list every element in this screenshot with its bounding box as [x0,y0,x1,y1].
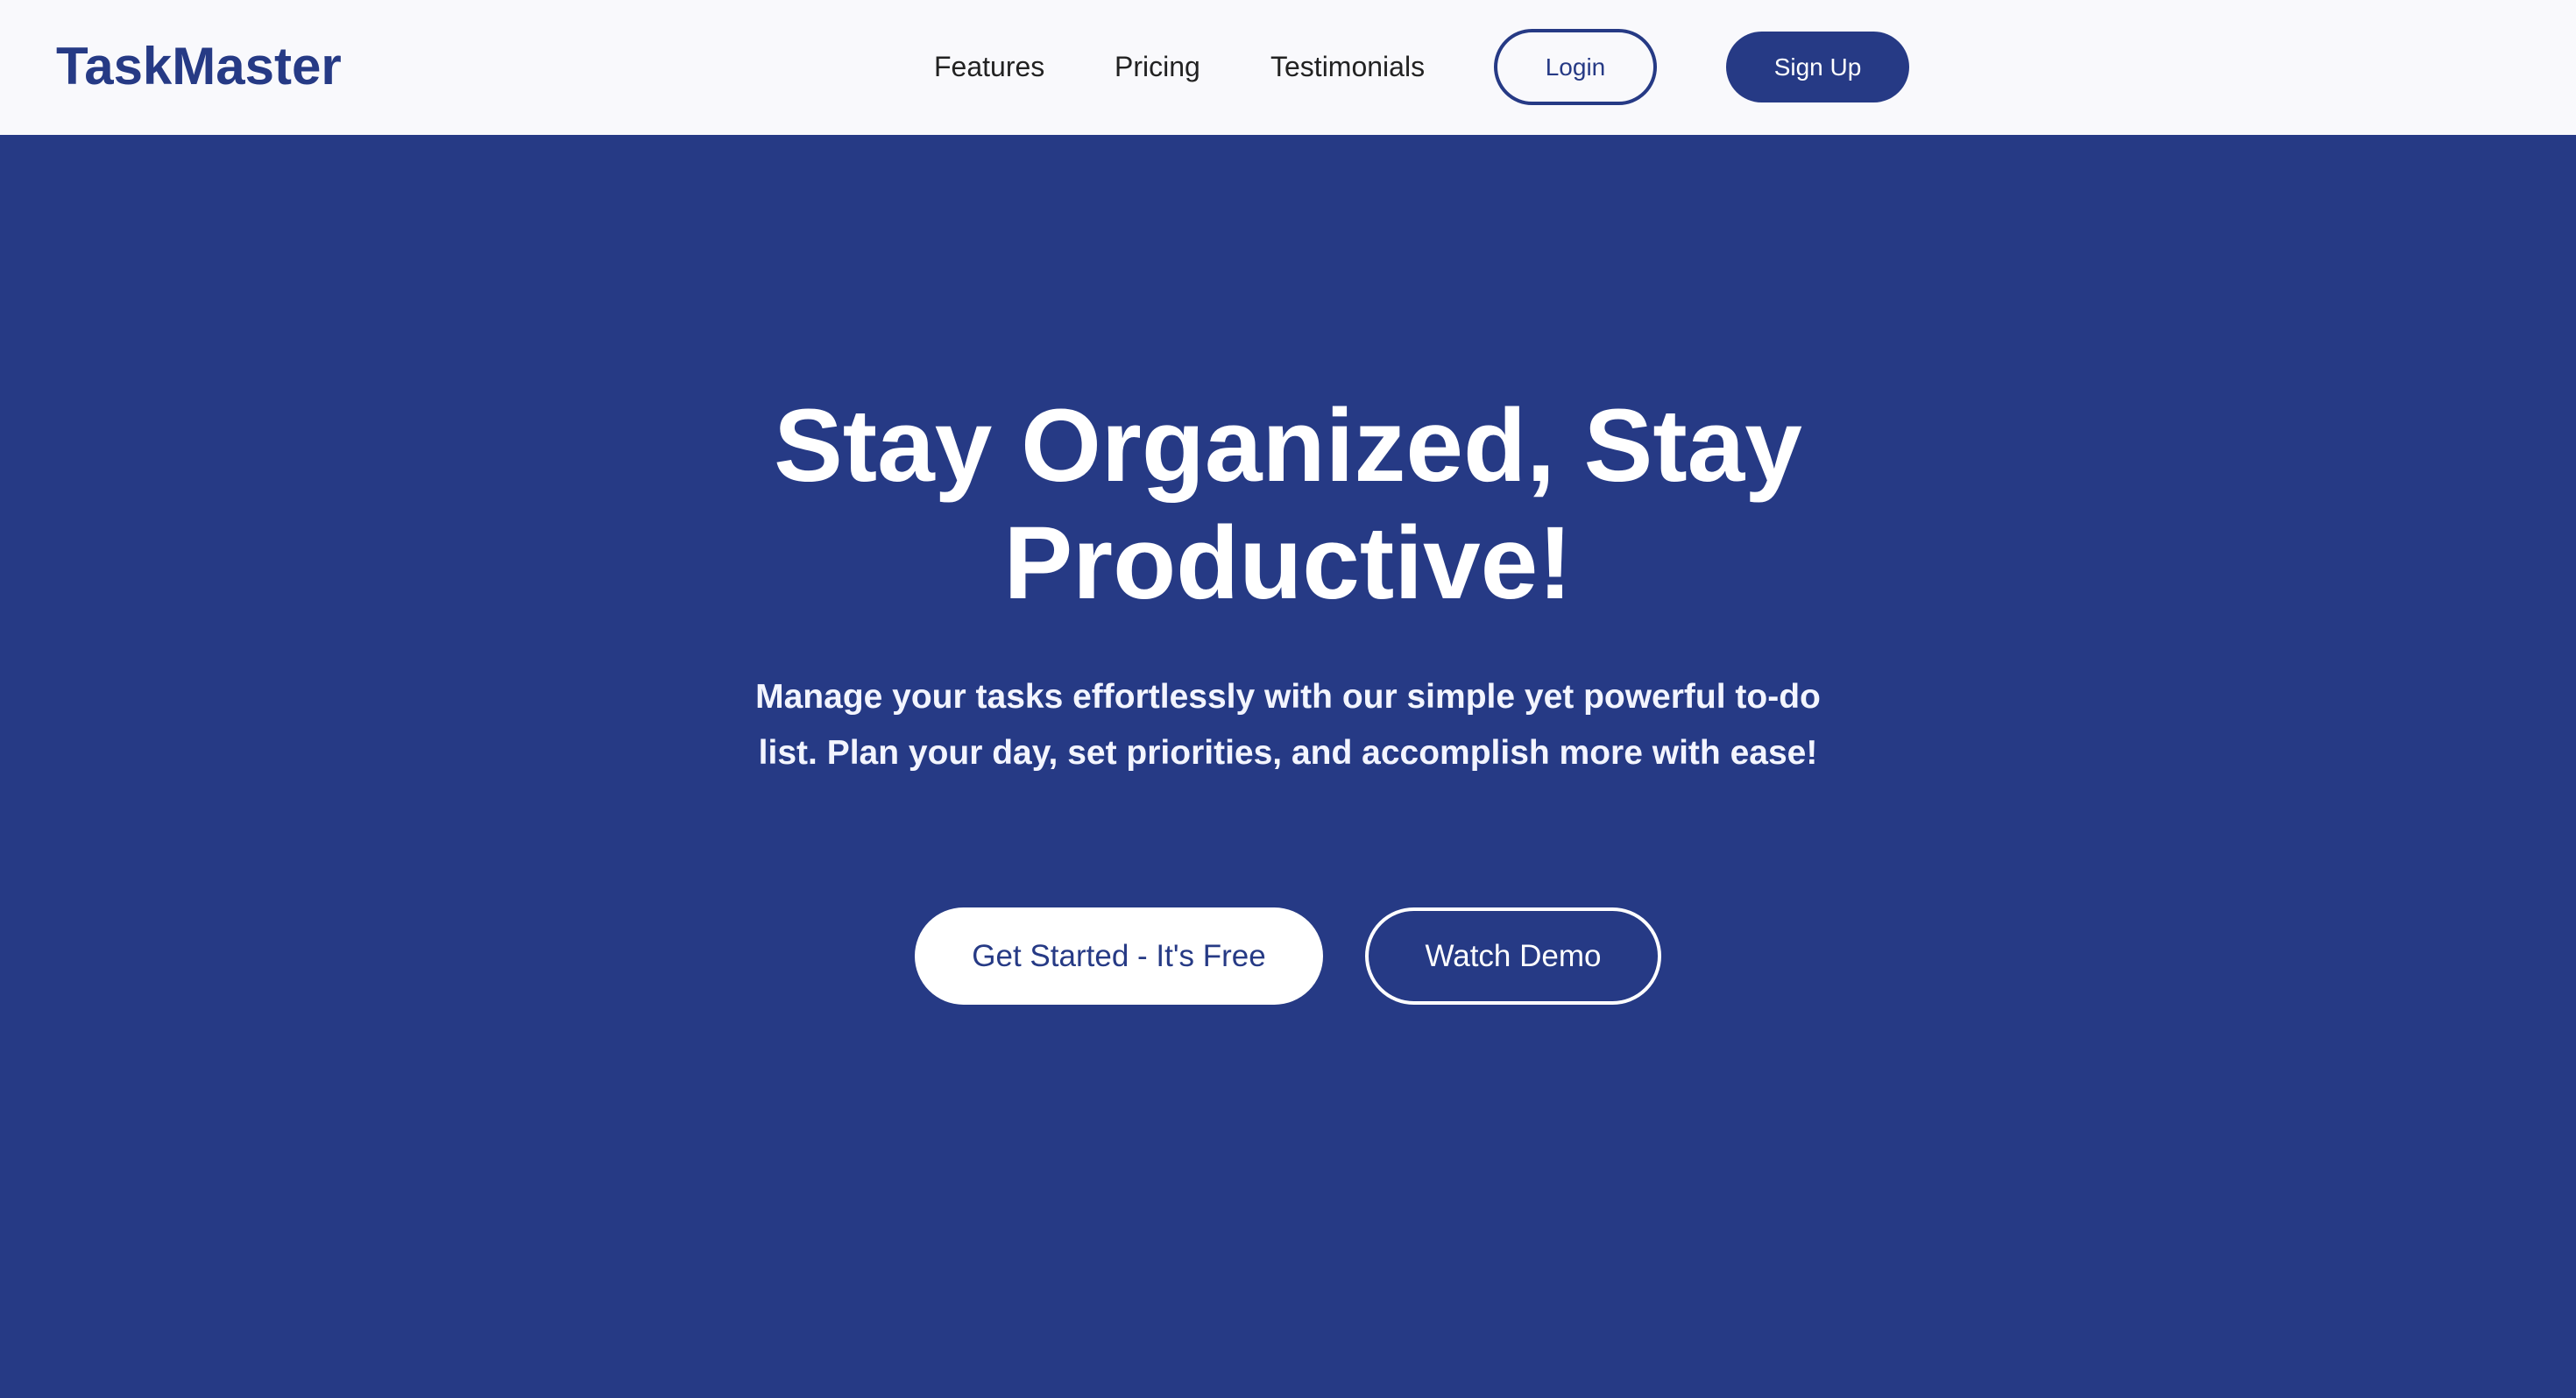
nav-link-pricing[interactable]: Pricing [1115,46,1200,88]
sign-up-button[interactable]: Sign Up [1726,32,1909,102]
hero-title: Stay Organized, Stay Productive! [774,388,1802,621]
brand-logo[interactable]: TaskMaster [56,35,342,98]
nav-link-testimonials[interactable]: Testimonials [1270,46,1425,88]
hero-subtitle: Manage your tasks effortlessly with our … [755,678,1821,772]
login-button[interactable]: Login [1494,29,1657,105]
get-started-button[interactable]: Get Started - It's Free [915,907,1323,1005]
watch-demo-button[interactable]: Watch Demo [1365,907,1661,1005]
nav-link-features[interactable]: Features [934,46,1044,88]
top-navbar: TaskMaster Features Pricing Testimonials… [0,0,2576,135]
